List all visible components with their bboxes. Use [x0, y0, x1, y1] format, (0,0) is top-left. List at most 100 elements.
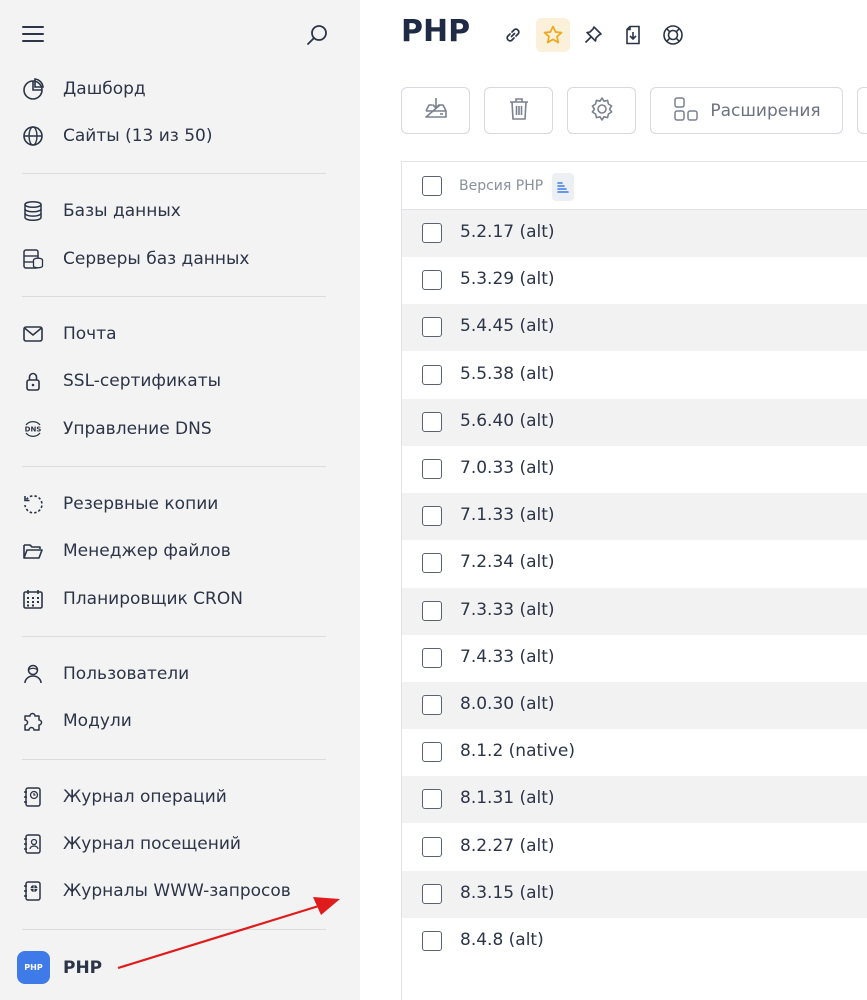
- sidebar-item-users[interactable]: Пользователи: [0, 654, 360, 694]
- sidebar-item-ssl[interactable]: SSL-сертификаты: [0, 361, 360, 401]
- row-checkbox[interactable]: [422, 506, 442, 527]
- pie-chart-icon: [21, 77, 45, 101]
- table-row[interactable]: 7.1.33 (alt): [402, 493, 867, 541]
- search-icon[interactable]: [304, 22, 330, 48]
- database-server-icon: [21, 247, 45, 271]
- dns-icon: DNS: [21, 417, 45, 441]
- backup-icon: [21, 492, 45, 516]
- settings-button[interactable]: [567, 87, 636, 134]
- sidebar-divider: [22, 296, 326, 297]
- table-header: Версия PHP: [402, 162, 867, 210]
- row-checkbox[interactable]: [422, 647, 442, 668]
- row-checkbox[interactable]: [422, 411, 442, 432]
- row-checkbox[interactable]: [422, 931, 442, 951]
- sidebar-item-label: Журналы WWW-запросов: [63, 881, 291, 901]
- row-checkbox[interactable]: [422, 789, 442, 810]
- sidebar-item-operations-log[interactable]: Журнал операций: [0, 777, 360, 817]
- table-row[interactable]: 5.4.45 (alt): [402, 304, 867, 352]
- sidebar-item-label: Модули: [63, 711, 132, 731]
- download-doc-icon[interactable]: [616, 18, 650, 52]
- table-row[interactable]: 7.2.34 (alt): [402, 540, 867, 587]
- table-row[interactable]: 7.4.33 (alt): [402, 635, 867, 682]
- column-header-version: Версия PHP: [459, 178, 544, 194]
- table-row[interactable]: 5.2.17 (alt): [402, 210, 867, 257]
- install-button[interactable]: [401, 87, 470, 134]
- link-icon[interactable]: [496, 18, 530, 52]
- table-row[interactable]: 5.3.29 (alt): [402, 257, 867, 304]
- table-row[interactable]: 5.5.38 (alt): [402, 352, 867, 399]
- sidebar-item-label: Менеджер файлов: [63, 541, 231, 561]
- row-checkbox[interactable]: [422, 364, 442, 385]
- sidebar-header: [0, 0, 360, 70]
- table-row[interactable]: 8.1.31 (alt): [402, 776, 867, 824]
- sidebar-divider: [22, 173, 326, 174]
- sidebar-item-cron[interactable]: Планировщик CRON: [0, 579, 360, 619]
- sidebar-item-php[interactable]: PHP: [0, 948, 360, 988]
- database-icon: [21, 199, 45, 223]
- sidebar-item-db-servers[interactable]: Серверы баз данных: [0, 239, 360, 279]
- row-checkbox[interactable]: [422, 553, 442, 574]
- sidebar: Дашборд Сайты (13 из 50) Базы данных Сер…: [0, 0, 360, 1000]
- sort-icon[interactable]: [552, 173, 574, 201]
- sidebar-item-label: Базы данных: [63, 201, 181, 221]
- php-version-cell: 8.3.15 (alt): [460, 882, 555, 903]
- sidebar-item-modules[interactable]: Модули: [0, 701, 360, 741]
- select-all-checkbox[interactable]: [422, 176, 442, 196]
- lock-icon: [21, 369, 45, 393]
- star-icon[interactable]: [536, 18, 570, 52]
- delete-button[interactable]: [484, 87, 553, 134]
- php-versions-table: Версия PHP 5.2.17 (alt) 5.3.29 (alt) 5.4.4…: [401, 161, 867, 1000]
- row-checkbox[interactable]: [422, 600, 442, 621]
- php-version-cell: 7.2.34 (alt): [460, 552, 555, 573]
- row-checkbox[interactable]: [422, 270, 442, 291]
- operations-log-icon: [21, 785, 45, 809]
- row-checkbox[interactable]: [422, 223, 442, 243]
- sidebar-item-mail[interactable]: Почта: [0, 314, 360, 354]
- table-row[interactable]: 7.0.33 (alt): [402, 446, 867, 493]
- sidebar-item-databases[interactable]: Базы данных: [0, 191, 360, 231]
- sidebar-item-dashboard[interactable]: Дашборд: [0, 69, 360, 109]
- sidebar-item-label: PHP: [63, 958, 103, 978]
- mail-icon: [21, 322, 45, 346]
- php-badge-text: PHP: [24, 963, 43, 972]
- row-checkbox[interactable]: [422, 742, 442, 763]
- sidebar-item-sites[interactable]: Сайты (13 из 50): [0, 116, 360, 156]
- table-row[interactable]: 7.3.33 (alt): [402, 587, 867, 635]
- table-row[interactable]: 8.1.2 (native): [402, 729, 867, 776]
- help-icon[interactable]: [656, 18, 690, 52]
- calendar-icon: [21, 587, 45, 611]
- table-row[interactable]: 5.6.40 (alt): [402, 398, 867, 446]
- extensions-button[interactable]: Расширения: [650, 87, 843, 134]
- hamburger-icon[interactable]: [22, 26, 44, 44]
- row-checkbox[interactable]: [422, 317, 442, 338]
- sidebar-item-label: Дашборд: [63, 79, 146, 99]
- table-row[interactable]: 8.2.27 (alt): [402, 824, 867, 871]
- row-checkbox[interactable]: [422, 459, 442, 479]
- row-checkbox[interactable]: [422, 695, 442, 715]
- php-version-cell: 7.4.33 (alt): [460, 646, 555, 667]
- more-toolbar-button[interactable]: [857, 87, 867, 134]
- sidebar-item-visits-log[interactable]: Журнал посещений: [0, 824, 360, 864]
- globe-icon: [21, 124, 45, 148]
- table-row[interactable]: 8.0.30 (alt): [402, 682, 867, 729]
- php-version-cell: 8.1.31 (alt): [460, 788, 555, 809]
- sidebar-item-label: Сайты (13 из 50): [63, 126, 213, 146]
- pin-icon[interactable]: [576, 18, 610, 52]
- php-version-cell: 5.4.45 (alt): [460, 316, 555, 337]
- php-version-cell: 7.1.33 (alt): [460, 505, 555, 526]
- install-icon: [422, 95, 450, 127]
- sidebar-item-label: Журнал операций: [63, 787, 227, 807]
- table-row[interactable]: 8.3.15 (alt): [402, 870, 867, 918]
- sidebar-item-dns[interactable]: DNS Управление DNS: [0, 409, 360, 449]
- row-checkbox[interactable]: [422, 883, 442, 904]
- sidebar-item-file-manager[interactable]: Менеджер файлов: [0, 531, 360, 571]
- row-checkbox[interactable]: [422, 836, 442, 857]
- extensions-icon: [672, 95, 700, 127]
- table-row[interactable]: 8.4.8 (alt): [402, 918, 867, 965]
- visits-log-icon: [21, 832, 45, 856]
- sidebar-divider: [22, 636, 326, 637]
- sidebar-item-www-logs[interactable]: Журналы WWW-запросов: [0, 871, 360, 911]
- sidebar-item-label: SSL-сертификаты: [63, 371, 222, 391]
- sidebar-item-backups[interactable]: Резервные копии: [0, 484, 360, 524]
- sidebar-item-label: Пользователи: [63, 664, 190, 684]
